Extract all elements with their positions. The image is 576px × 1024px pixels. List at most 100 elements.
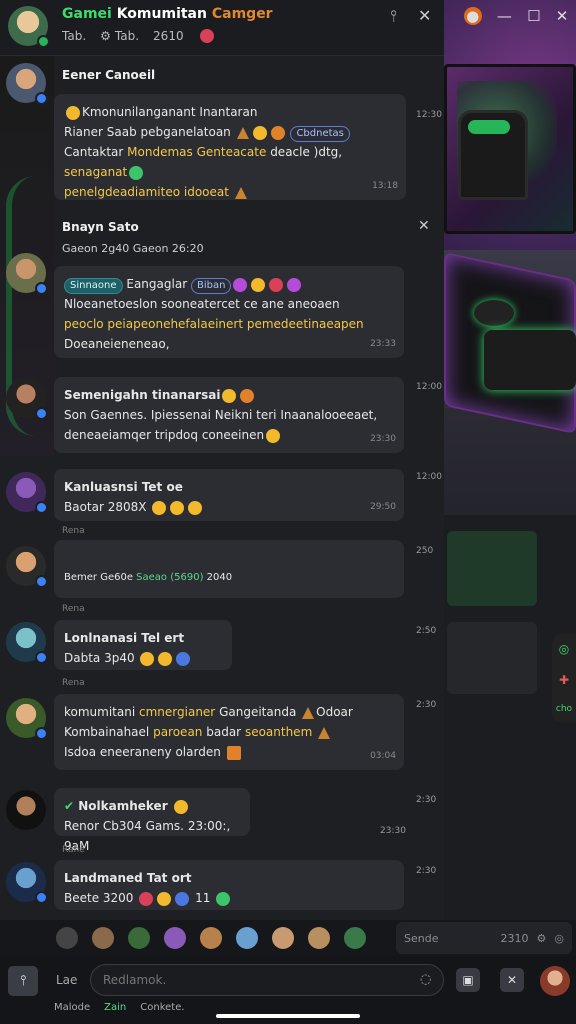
- message-label: Rena: [62, 526, 85, 536]
- group-avatar[interactable]: [8, 6, 50, 48]
- emoji-icon: [216, 891, 231, 906]
- avatar[interactable]: [6, 63, 48, 105]
- emoji-icon[interactable]: [200, 927, 222, 949]
- message-label: Rane: [62, 845, 85, 855]
- side-time: 2:30: [416, 700, 437, 710]
- floating-action-pill[interactable]: ◎ ✚ cho: [552, 634, 576, 722]
- message-bubble: Bemer Ge60e Saeao (5690) 2040: [54, 540, 404, 598]
- message-text: Son Gaennes. Ipiessenai Neikni teri Inaa…: [64, 408, 378, 422]
- emoji-icon: [266, 428, 281, 443]
- emoji-icon: [157, 891, 172, 906]
- composer-label: Lae: [56, 973, 78, 987]
- reaction-icon: [199, 29, 214, 43]
- message-text: Gangeitanda: [219, 705, 297, 719]
- game-scene-image: [444, 0, 576, 515]
- message-text: Odoar: [316, 705, 353, 719]
- message-bubble: Kmonunilanganant Inantaran Rianer Saab p…: [54, 94, 406, 200]
- emoji-icon[interactable]: [236, 927, 258, 949]
- recent-icon[interactable]: [56, 927, 78, 949]
- message-text: 11: [195, 891, 211, 905]
- emoji-icon[interactable]: [128, 927, 150, 949]
- footer-option[interactable]: Conkete.: [140, 1002, 184, 1013]
- avatar[interactable]: [6, 622, 48, 664]
- message-time: 23:33: [370, 339, 396, 349]
- mouse-illustration: [474, 300, 514, 326]
- avatar[interactable]: [6, 472, 48, 514]
- emoji-icon[interactable]: [164, 927, 186, 949]
- footer-option[interactable]: Malode: [54, 1002, 90, 1013]
- close-icon[interactable]: ✕: [556, 7, 569, 25]
- message-sender: Nolkamheker: [78, 799, 168, 813]
- members-icon: ⚙: [100, 29, 111, 43]
- message-time: 23:30: [380, 826, 406, 836]
- mention-chip[interactable]: Cbdnetas: [290, 126, 350, 142]
- emoji-icon[interactable]: [344, 927, 366, 949]
- maximize-icon[interactable]: ☐: [527, 7, 540, 25]
- device-illustration: [484, 330, 576, 390]
- message-text: badar: [206, 725, 242, 739]
- message-text: deacle )dtg,: [270, 145, 343, 159]
- message-input[interactable]: [90, 964, 444, 996]
- chat-panel: Gamei Komumitan Camger Tab. ⚙ Tab. 2610 ⫯…: [0, 0, 444, 920]
- message-time: 23:30: [370, 434, 396, 444]
- chat-subtitle: Tab. ⚙ Tab. 2610: [62, 29, 216, 43]
- close-panel-icon[interactable]: ✕: [418, 6, 431, 25]
- emoji-icon: [140, 651, 155, 666]
- message-text: deneaeiamqer tripdoq coneeinen: [64, 428, 265, 442]
- user-avatar[interactable]: [540, 966, 570, 996]
- message-bubble: Sinnaone Eangaglar Biban Nloeanetoeslon …: [54, 266, 404, 358]
- avatar[interactable]: [6, 698, 48, 740]
- message-label: Rena: [62, 678, 85, 688]
- message-meta: Gaeon 2g40 Gaeon 26:20: [62, 242, 204, 255]
- message-text: Renor Cb304 Gams. 23:00:, 9aM: [64, 819, 231, 853]
- avatar[interactable]: [6, 378, 48, 420]
- game-icon[interactable]: ✕: [500, 968, 524, 992]
- pin-icon[interactable]: ⫯: [390, 6, 397, 26]
- gallery-icon[interactable]: ▣: [456, 968, 480, 992]
- app-icon[interactable]: ●: [463, 7, 482, 25]
- message-text: Doeaneieneneao,: [64, 337, 170, 351]
- search-placeholder: Sende: [404, 931, 439, 945]
- mention-chip[interactable]: Biban: [190, 278, 232, 294]
- emoji-icon: [270, 125, 285, 140]
- avatar[interactable]: [6, 253, 48, 295]
- emoji-icon[interactable]: [92, 927, 114, 949]
- robot-illustration: [458, 110, 528, 200]
- emoji-icon: [251, 277, 266, 292]
- side-time: 12:00: [416, 382, 442, 392]
- message-bubble: Semenigahn tinanarsai Son Gaennes. Ipies…: [54, 377, 404, 453]
- status-badge: [35, 651, 48, 664]
- attach-button[interactable]: ⫯: [8, 966, 38, 996]
- emoji-icon[interactable]: [272, 927, 294, 949]
- settings-icon[interactable]: ⚙: [537, 932, 547, 945]
- emoji-picker-icon[interactable]: ◌: [420, 972, 431, 987]
- status-badge: [35, 501, 48, 514]
- emoji-icon: [234, 186, 247, 199]
- dismiss-icon[interactable]: ✕: [418, 218, 430, 234]
- refresh-icon[interactable]: ◎: [559, 642, 569, 656]
- emoji-icon[interactable]: [308, 927, 330, 949]
- tag-chip[interactable]: Sinnaone: [64, 278, 123, 294]
- emoji-icon: [222, 388, 237, 403]
- footer-option[interactable]: Zain: [104, 1002, 126, 1013]
- emoji-icon: [226, 745, 241, 760]
- emoji-icon: [129, 165, 144, 180]
- emoji-icon: [240, 388, 255, 403]
- grid-icon[interactable]: ✚: [559, 673, 569, 687]
- search-count: 2310: [500, 931, 529, 945]
- home-indicator: [216, 1014, 360, 1018]
- status-badge: [35, 727, 48, 740]
- message-label: Rena: [62, 604, 85, 614]
- message-bubble: ✔ Nolkamheker Renor Cb304 Gams. 23:00:, …: [54, 788, 250, 853]
- clear-icon[interactable]: ◎: [554, 932, 564, 945]
- avatar[interactable]: [6, 546, 48, 588]
- avatar[interactable]: [6, 862, 48, 904]
- minimize-icon[interactable]: —: [497, 7, 512, 25]
- emoji-search[interactable]: Sende 2310 ⚙ ◎: [396, 922, 572, 954]
- message-bubble: Kanluasnsi Tet oe Baotar 2808X 29:50: [54, 469, 404, 521]
- emoji-icon: [302, 706, 315, 719]
- emoji-icon: [252, 125, 267, 140]
- side-time: 2:30: [416, 795, 437, 805]
- avatar[interactable]: [6, 790, 46, 830]
- message-sender: Lonlnanasi Tel ert: [64, 631, 185, 645]
